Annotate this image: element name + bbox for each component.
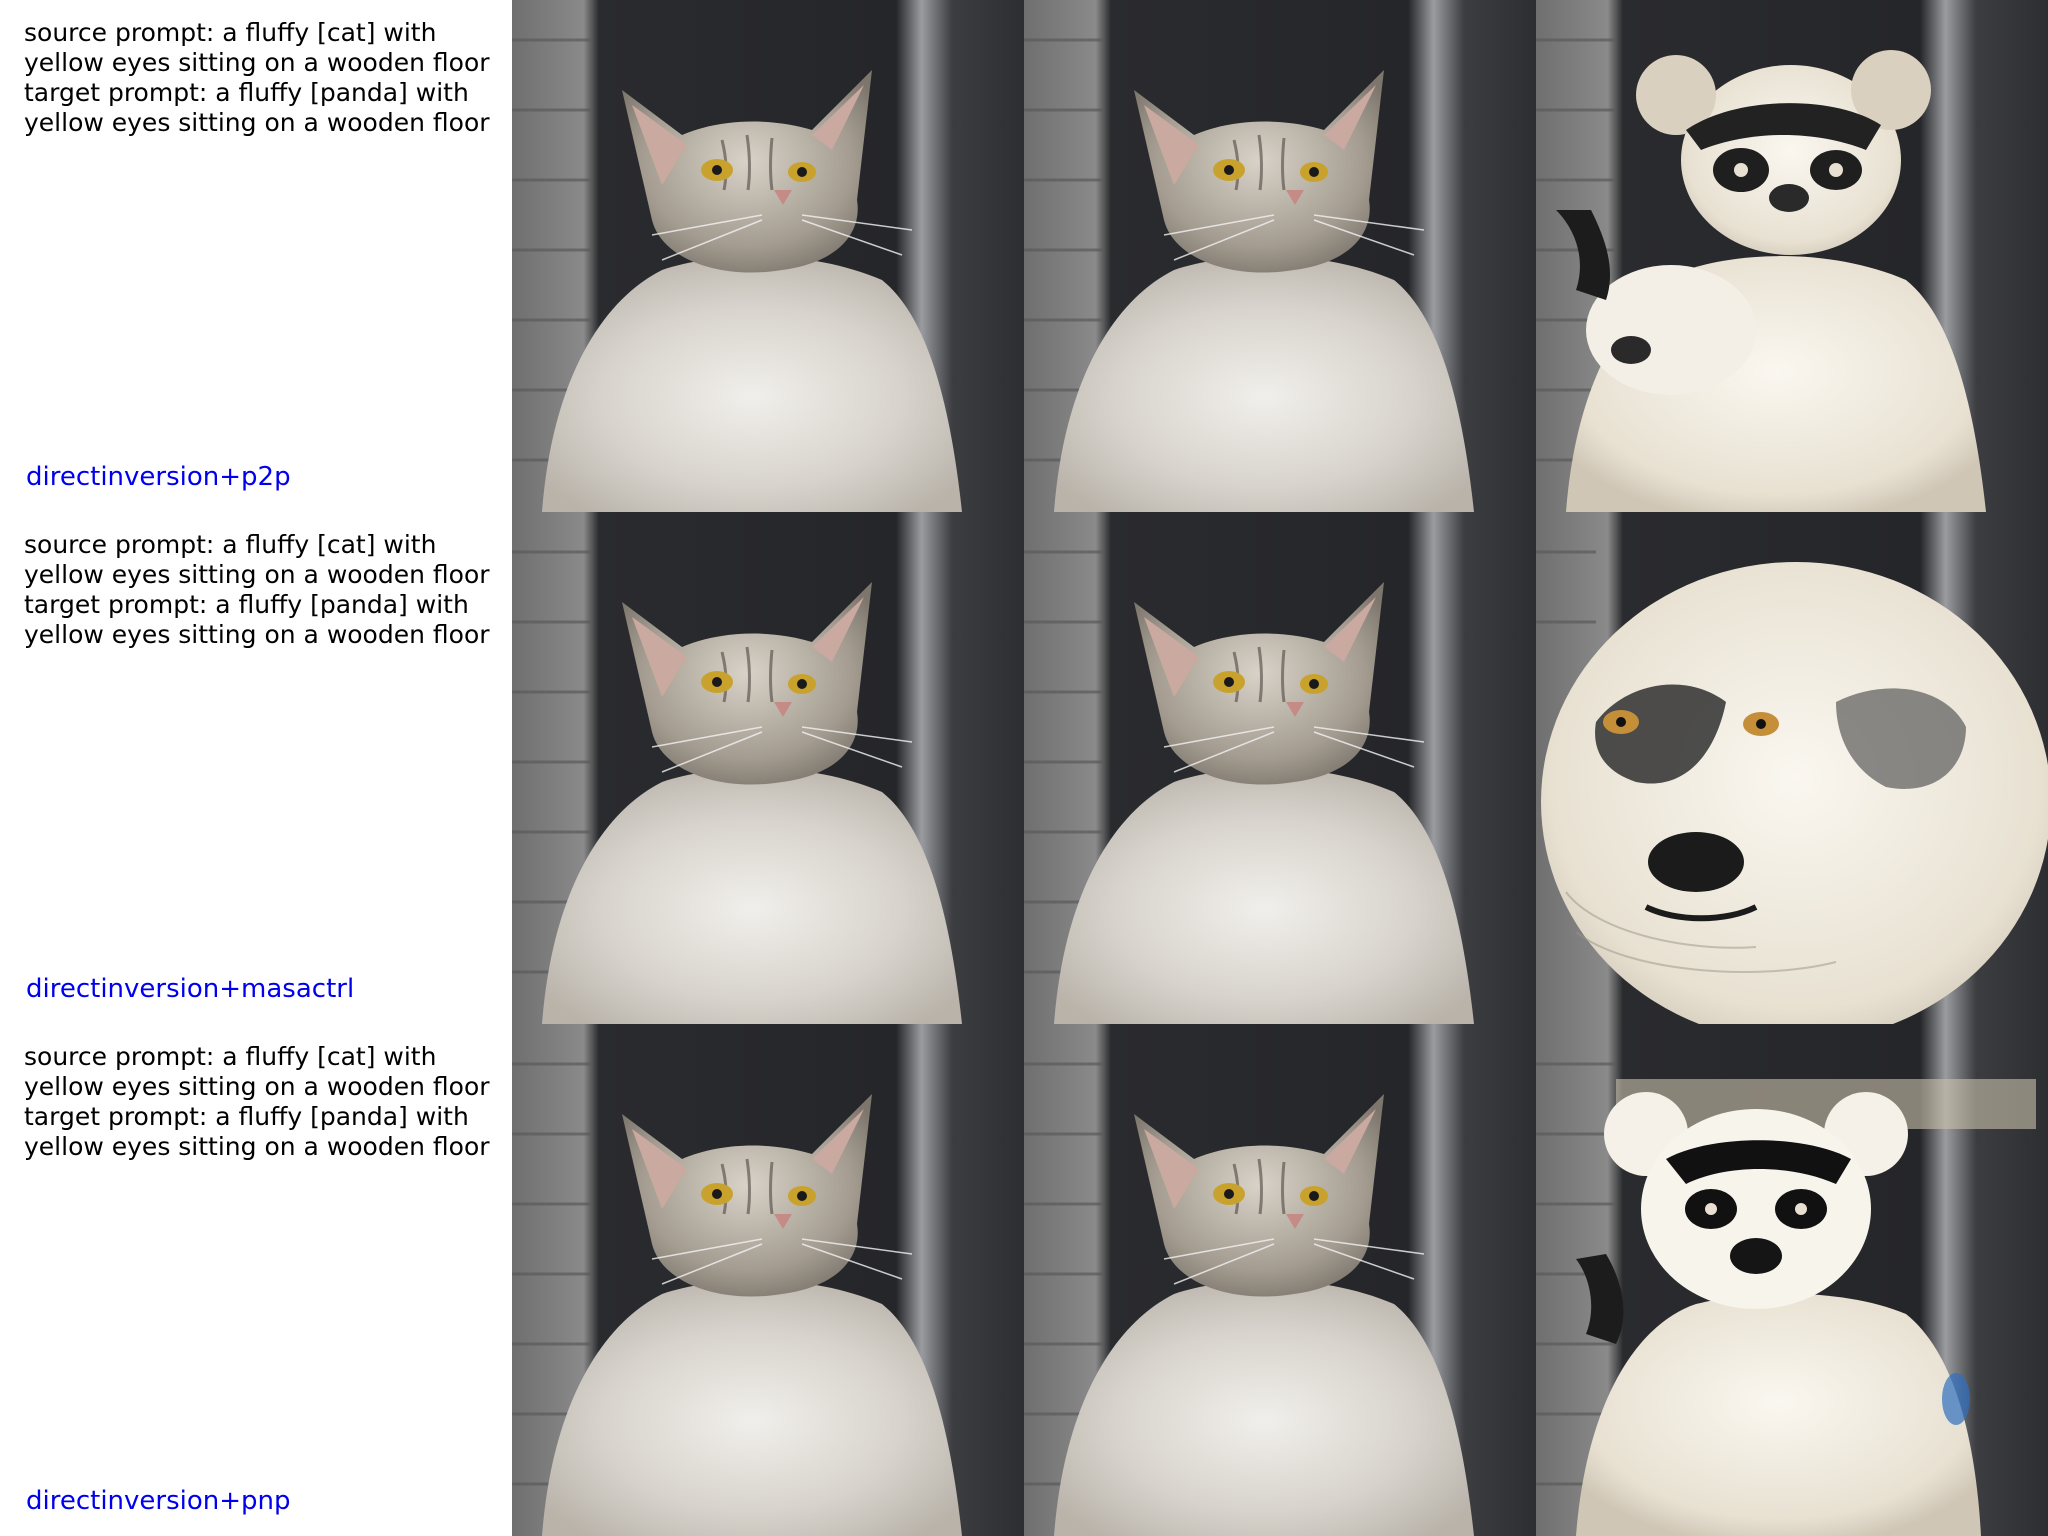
target-prompt-line: target prompt: a fluffy [panda] with: [24, 590, 469, 619]
prompt-text: source prompt: a fluffy [cat] with yello…: [24, 530, 504, 650]
target-prompt-line: target prompt: a fluffy [panda] with: [24, 1102, 469, 1131]
reconstructed-image: [1024, 0, 1536, 512]
edited-image: [1536, 0, 2048, 512]
prompt-cell: source prompt: a fluffy [cat] with yello…: [0, 512, 512, 1024]
cat-photo: [512, 512, 1024, 1024]
method-label: directinversion+masactrl: [26, 974, 355, 1004]
panda-edit-closeup: [1536, 512, 2048, 1024]
source-prompt-line: source prompt: a fluffy [cat] with: [24, 530, 437, 559]
prompt-cell: source prompt: a fluffy [cat] with yello…: [0, 1024, 512, 1536]
source-prompt-line: yellow eyes sitting on a wooden floor: [24, 48, 490, 77]
target-prompt-line: yellow eyes sitting on a wooden floor: [24, 108, 490, 137]
method-label: directinversion+pnp: [26, 1486, 291, 1516]
edited-image: [1536, 1024, 2048, 1536]
reconstructed-image: [1024, 1024, 1536, 1536]
cat-photo: [512, 0, 1024, 512]
edited-image: [1536, 512, 2048, 1024]
source-image: [512, 512, 1024, 1024]
prompt-text: source prompt: a fluffy [cat] with yello…: [24, 18, 504, 138]
grid-row: source prompt: a fluffy [cat] with yello…: [0, 512, 2048, 1024]
cat-photo: [512, 1024, 1024, 1536]
source-image: [512, 0, 1024, 512]
target-prompt-line: yellow eyes sitting on a wooden floor: [24, 620, 490, 649]
cat-photo: [1024, 1024, 1536, 1536]
source-prompt-line: source prompt: a fluffy [cat] with: [24, 1042, 437, 1071]
source-prompt-line: source prompt: a fluffy [cat] with: [24, 18, 437, 47]
target-prompt-line: target prompt: a fluffy [panda] with: [24, 78, 469, 107]
prompt-text: source prompt: a fluffy [cat] with yello…: [24, 1042, 504, 1162]
cat-photo: [1024, 512, 1536, 1024]
target-prompt-line: yellow eyes sitting on a wooden floor: [24, 1132, 490, 1161]
source-prompt-line: yellow eyes sitting on a wooden floor: [24, 560, 490, 589]
grid-row: source prompt: a fluffy [cat] with yello…: [0, 1024, 2048, 1536]
comparison-grid: source prompt: a fluffy [cat] with yello…: [0, 0, 2048, 1536]
cat-photo: [1024, 0, 1536, 512]
method-label: directinversion+p2p: [26, 462, 291, 492]
panda-edit: [1536, 1024, 2048, 1536]
source-image: [512, 1024, 1024, 1536]
grid-row: source prompt: a fluffy [cat] with yello…: [0, 0, 2048, 512]
reconstructed-image: [1024, 512, 1536, 1024]
prompt-cell: source prompt: a fluffy [cat] with yello…: [0, 0, 512, 512]
panda-edit-double-head: [1536, 0, 2048, 512]
source-prompt-line: yellow eyes sitting on a wooden floor: [24, 1072, 490, 1101]
